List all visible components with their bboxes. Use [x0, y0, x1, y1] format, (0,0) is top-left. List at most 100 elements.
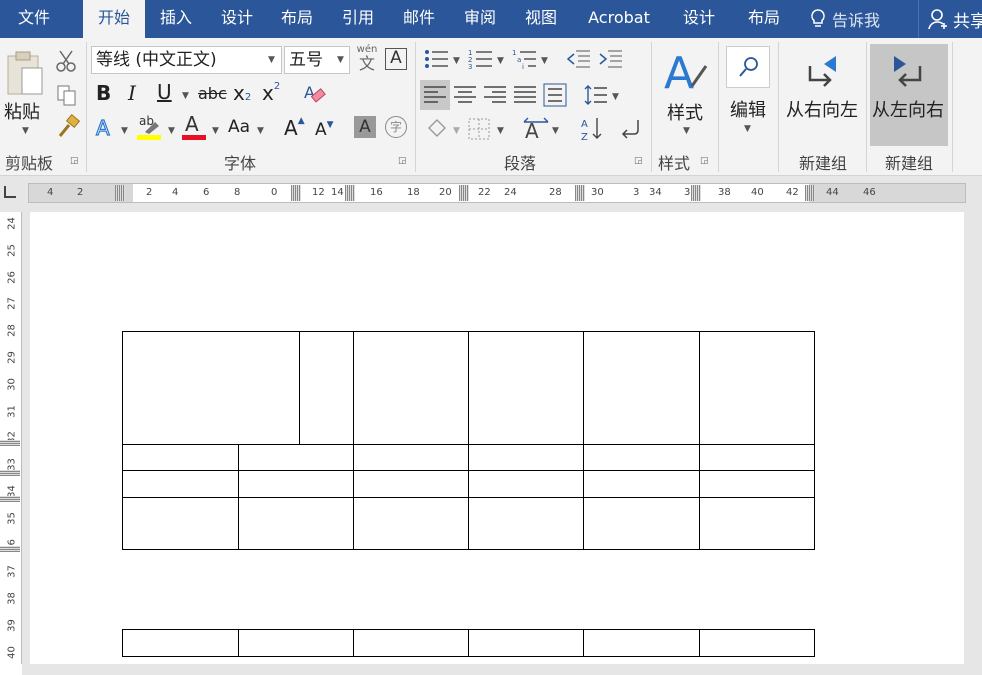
indent-marker-icon[interactable]	[575, 185, 585, 201]
tab-review[interactable]: 审阅	[451, 0, 509, 38]
numbering-dropdown-icon[interactable]: ▼	[497, 56, 504, 66]
tab-layout[interactable]: 布局	[268, 0, 326, 38]
bullets-dropdown-icon[interactable]: ▼	[453, 56, 460, 66]
paragraph-launcher-icon[interactable]: ◲	[634, 156, 643, 166]
line-spacing-icon[interactable]	[584, 84, 608, 106]
indent-marker-icon[interactable]	[459, 185, 469, 201]
rtl-button[interactable]: 从右向左	[782, 44, 864, 146]
editing-button[interactable]: 编辑 ▼	[722, 44, 774, 144]
tab-view[interactable]: 视图	[512, 0, 570, 38]
ltr-button[interactable]: 从左向右	[870, 44, 948, 146]
character-shading-button[interactable]: A	[354, 116, 376, 138]
ruler-number: 24	[504, 187, 517, 198]
superscript-button[interactable]: x2	[262, 81, 280, 105]
multilevel-list-icon[interactable]: 1ai	[512, 48, 540, 71]
enclose-characters-button[interactable]: 字	[385, 116, 407, 138]
row-marker-icon[interactable]	[0, 470, 20, 476]
align-right-icon[interactable]	[484, 86, 506, 104]
tab-acrobat[interactable]: Acrobat	[576, 0, 662, 38]
bullets-icon[interactable]	[424, 48, 452, 70]
multilevel-dropdown-icon[interactable]: ▼	[541, 56, 548, 66]
grow-font-button[interactable]: A▲	[284, 116, 305, 140]
decrease-indent-icon[interactable]	[566, 48, 592, 70]
tab-home[interactable]: 开始	[83, 0, 145, 38]
font-size-dropdown-icon[interactable]: ▼	[337, 55, 344, 65]
cut-icon[interactable]	[55, 50, 77, 72]
vertical-ruler[interactable]: 2425262728293031323334353637383940	[0, 212, 22, 664]
share-button[interactable]: 共享	[918, 0, 982, 38]
borders-icon[interactable]	[468, 118, 490, 140]
phonetic-bottom: 文	[358, 54, 375, 73]
line-spacing-dropdown-icon[interactable]: ▼	[612, 92, 619, 102]
styles-button[interactable]: A 样式 ▼	[656, 44, 716, 144]
horizontal-ruler[interactable]: 4224680121416182022242830334363840424446	[28, 183, 966, 203]
font-color-button[interactable]: A	[182, 112, 208, 140]
ruler-number: 40	[751, 187, 764, 198]
subscript-label: x	[233, 81, 245, 105]
font-launcher-icon[interactable]: ◲	[398, 156, 407, 166]
tab-selector-icon[interactable]	[4, 186, 16, 198]
tab-design[interactable]: 设计	[208, 0, 266, 38]
copy-icon[interactable]	[56, 84, 78, 106]
row-marker-icon[interactable]	[0, 440, 20, 446]
bold-button[interactable]: B	[96, 81, 111, 105]
tab-insert[interactable]: 插入	[147, 0, 205, 38]
font-name-combo[interactable]: 等线 (中文正文)	[91, 46, 282, 74]
shading-bucket-icon[interactable]	[426, 118, 448, 140]
italic-button[interactable]: I	[128, 81, 136, 105]
highlight-button[interactable]: ab	[137, 114, 163, 140]
asian-layout-icon[interactable]: A	[522, 116, 550, 143]
show-marks-icon[interactable]	[620, 118, 644, 140]
tab-references[interactable]: 引用	[329, 0, 387, 38]
indent-marker-icon[interactable]	[115, 185, 125, 201]
row-marker-icon[interactable]	[0, 546, 20, 552]
text-effects-icon[interactable]: A	[94, 115, 118, 140]
paste-label: 粘贴	[4, 102, 40, 123]
ruler-number: 2	[146, 187, 153, 198]
ruler-number: 4	[172, 187, 179, 198]
tab-table-layout[interactable]: 布局	[735, 0, 793, 38]
document-page[interactable]	[30, 212, 964, 664]
text-effects-dropdown-icon[interactable]: ▼	[121, 126, 128, 136]
indent-marker-icon[interactable]	[805, 185, 815, 201]
tab-mailings[interactable]: 邮件	[390, 0, 448, 38]
underline-button[interactable]: U	[157, 80, 172, 104]
indent-marker-icon[interactable]	[345, 185, 355, 201]
styles-launcher-icon[interactable]: ◲	[700, 156, 709, 166]
shrink-font-button[interactable]: A▼	[315, 120, 334, 140]
borders-dropdown-icon[interactable]: ▼	[497, 126, 504, 136]
align-left-button[interactable]	[420, 80, 450, 110]
change-case-button[interactable]: Aa	[228, 117, 250, 137]
tab-file[interactable]: 文件	[0, 0, 68, 38]
numbering-icon[interactable]: 123	[468, 48, 496, 71]
indent-marker-icon[interactable]	[691, 185, 701, 201]
align-center-icon[interactable]	[454, 86, 476, 104]
character-border-button[interactable]: A	[385, 48, 407, 70]
editing-label: 编辑	[730, 100, 766, 121]
sort-icon[interactable]: AZ	[580, 116, 604, 143]
shading-dropdown-icon[interactable]: ▼	[453, 126, 460, 136]
search-icon	[739, 57, 758, 77]
phonetic-guide-button[interactable]: wén 文	[356, 44, 378, 74]
change-case-dropdown-icon[interactable]: ▼	[257, 126, 264, 136]
indent-marker-icon[interactable]	[291, 185, 301, 201]
strikethrough-button[interactable]: abc	[198, 84, 227, 103]
font-name-dropdown-icon[interactable]: ▼	[268, 55, 275, 65]
subscript-button[interactable]: x2	[233, 81, 251, 105]
underline-dropdown-icon[interactable]: ▼	[182, 91, 189, 101]
increase-indent-icon[interactable]	[598, 48, 624, 70]
tell-me-box[interactable]: 告诉我	[808, 0, 908, 38]
asian-layout-dropdown-icon[interactable]: ▼	[552, 126, 559, 136]
ruler-number: 31	[6, 404, 18, 418]
clipboard-launcher-icon[interactable]: ◲	[70, 156, 79, 166]
font-color-dropdown-icon[interactable]: ▼	[212, 126, 219, 136]
format-painter-icon[interactable]	[56, 114, 81, 140]
paste-button[interactable]: 粘贴 ▼	[0, 48, 44, 136]
row-marker-icon[interactable]	[0, 496, 20, 502]
ruler-number: 35	[6, 511, 18, 525]
justify-icon[interactable]	[514, 86, 536, 104]
clear-formatting-icon[interactable]: A	[302, 82, 326, 106]
distributed-icon[interactable]	[543, 83, 567, 107]
highlight-dropdown-icon[interactable]: ▼	[168, 126, 175, 136]
tab-table-design[interactable]: 设计	[670, 0, 728, 38]
